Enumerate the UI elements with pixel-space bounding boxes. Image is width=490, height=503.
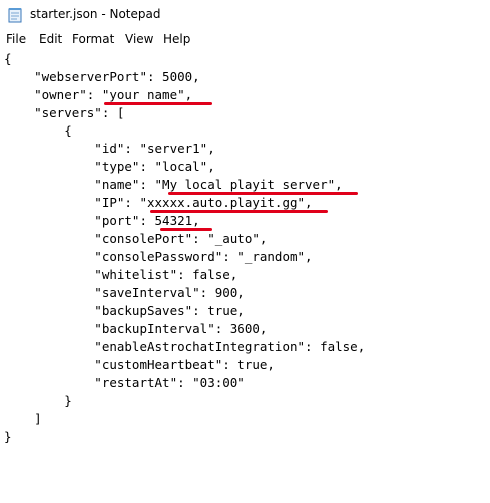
code-line: "enableAstrochatIntegration": false, <box>4 339 366 354</box>
code-line: } <box>4 429 12 444</box>
menu-edit[interactable]: Edit <box>39 32 62 46</box>
code-line: } <box>4 393 72 408</box>
menu-bar: File Edit Format View Help <box>0 31 490 48</box>
owner-value-underline <box>104 102 212 105</box>
menu-help[interactable]: Help <box>163 32 190 46</box>
ip-value-underline <box>150 210 328 213</box>
code-line: "consolePassword": "_random", <box>4 249 313 264</box>
code-line: "saveInterval": 900, <box>4 285 245 300</box>
code-line: "type": "local", <box>4 159 215 174</box>
text-editor[interactable]: { "webserverPort": 5000, "owner": "your … <box>0 48 490 503</box>
code-line: "id": "server1", <box>4 141 215 156</box>
code-line: { <box>4 123 72 138</box>
title-bar: starter.json - Notepad <box>0 0 490 30</box>
code-line: "whitelist": false, <box>4 267 238 282</box>
code-line: "servers": [ <box>4 105 125 120</box>
code-line: "customHeartbeat": true, <box>4 357 275 372</box>
menu-view[interactable]: View <box>125 32 153 46</box>
code-line: { <box>4 51 12 66</box>
code-line: "backupInterval": 3600, <box>4 321 268 336</box>
window-title: starter.json - Notepad <box>30 7 161 21</box>
code-line: "consolePort": "_auto", <box>4 231 268 246</box>
code-line: "webserverPort": 5000, <box>4 69 200 84</box>
code-line: "backupSaves": true, <box>4 303 245 318</box>
code-line: ] <box>4 411 42 426</box>
port-value-underline <box>160 228 212 231</box>
menu-format[interactable]: Format <box>72 32 114 46</box>
menu-file[interactable]: File <box>6 32 26 46</box>
notepad-icon <box>8 8 22 23</box>
code-line: "restartAt": "03:00" <box>4 375 245 390</box>
name-value-underline <box>168 192 358 195</box>
